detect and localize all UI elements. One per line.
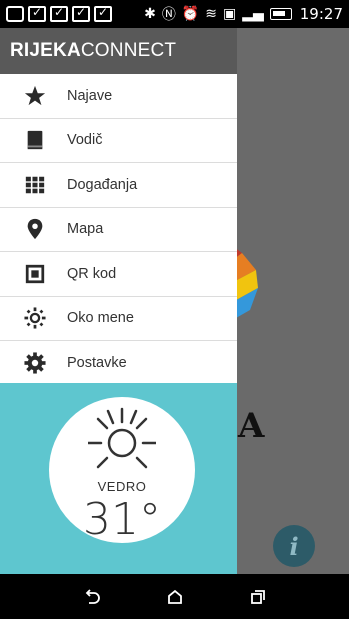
menu-item-label: Mapa [67, 221, 104, 238]
menu-item-label: QR kod [67, 265, 117, 282]
grid-icon [23, 173, 47, 197]
alarm-icon: ⏰ [181, 6, 200, 22]
gear-icon [23, 351, 47, 375]
qr-code-icon [23, 262, 47, 286]
task-notification-icon [28, 5, 46, 22]
task-notification-icon [72, 5, 90, 22]
system-status: ✱ Ⓝ ⏰ ≋ ▣ ▂▄ 19:27 [144, 4, 343, 24]
background-title-letter: A [238, 406, 265, 446]
task-notification-icon [50, 5, 68, 22]
map-pin-icon [23, 217, 47, 241]
menu-item-label: Postavke [67, 355, 127, 372]
drawer-menu: Najave Vodič Događanja Mapa QR kod Oko m… [0, 74, 237, 386]
book-icon [23, 128, 47, 152]
weather-widget[interactable]: VEDRO 31° [0, 383, 237, 574]
drawer-header: RIJEKA CONNECT [0, 28, 237, 74]
back-icon [85, 588, 100, 604]
menu-item-label: Oko mene [67, 310, 134, 327]
recents-icon [250, 589, 265, 604]
menu-item-label: Događanja [67, 176, 138, 193]
app-title-bold: RIJEKA [10, 40, 81, 61]
signal-icon: ▂▄ [242, 6, 264, 22]
location-radius-icon [23, 306, 47, 330]
recents-button[interactable] [243, 582, 273, 612]
weather-condition: VEDRO [97, 479, 147, 494]
menu-item-label: Vodič [67, 132, 103, 149]
home-icon [167, 589, 182, 604]
menu-item-postavke[interactable]: Postavke [0, 341, 237, 386]
menu-item-oko-mene[interactable]: Oko mene [0, 297, 237, 341]
back-button[interactable] [77, 582, 107, 612]
bluetooth-icon: ✱ [144, 6, 156, 22]
menu-item-vodic[interactable]: Vodič [0, 119, 237, 163]
system-nav-bar [0, 574, 349, 619]
star-icon [23, 84, 47, 108]
menu-item-qr-kod[interactable]: QR kod [0, 252, 237, 297]
menu-item-mapa[interactable]: Mapa [0, 208, 237, 252]
menu-item-label: Najave [67, 87, 113, 104]
notification-icons [6, 5, 112, 22]
nfc-icon: Ⓝ [161, 7, 176, 23]
status-bar: ✱ Ⓝ ⏰ ≋ ▣ ▂▄ 19:27 [0, 0, 349, 28]
weather-circle: VEDRO 31° [49, 397, 195, 545]
menu-item-najave[interactable]: Najave [0, 74, 237, 119]
task-notification-icon [94, 5, 112, 22]
app-title-light: CONNECT [80, 40, 177, 61]
battery-icon [269, 8, 292, 20]
sun-icon [88, 407, 156, 469]
weather-temperature: 31° [83, 494, 161, 545]
wifi-icon: ≋ [205, 6, 217, 22]
clock: 19:27 [299, 5, 343, 23]
menu-item-dogadanja[interactable]: Događanja [0, 163, 237, 208]
home-button[interactable] [160, 582, 190, 612]
info-button[interactable]: i [273, 525, 315, 567]
data-icon: ▣ [222, 6, 237, 22]
message-notification-icon [6, 6, 24, 22]
